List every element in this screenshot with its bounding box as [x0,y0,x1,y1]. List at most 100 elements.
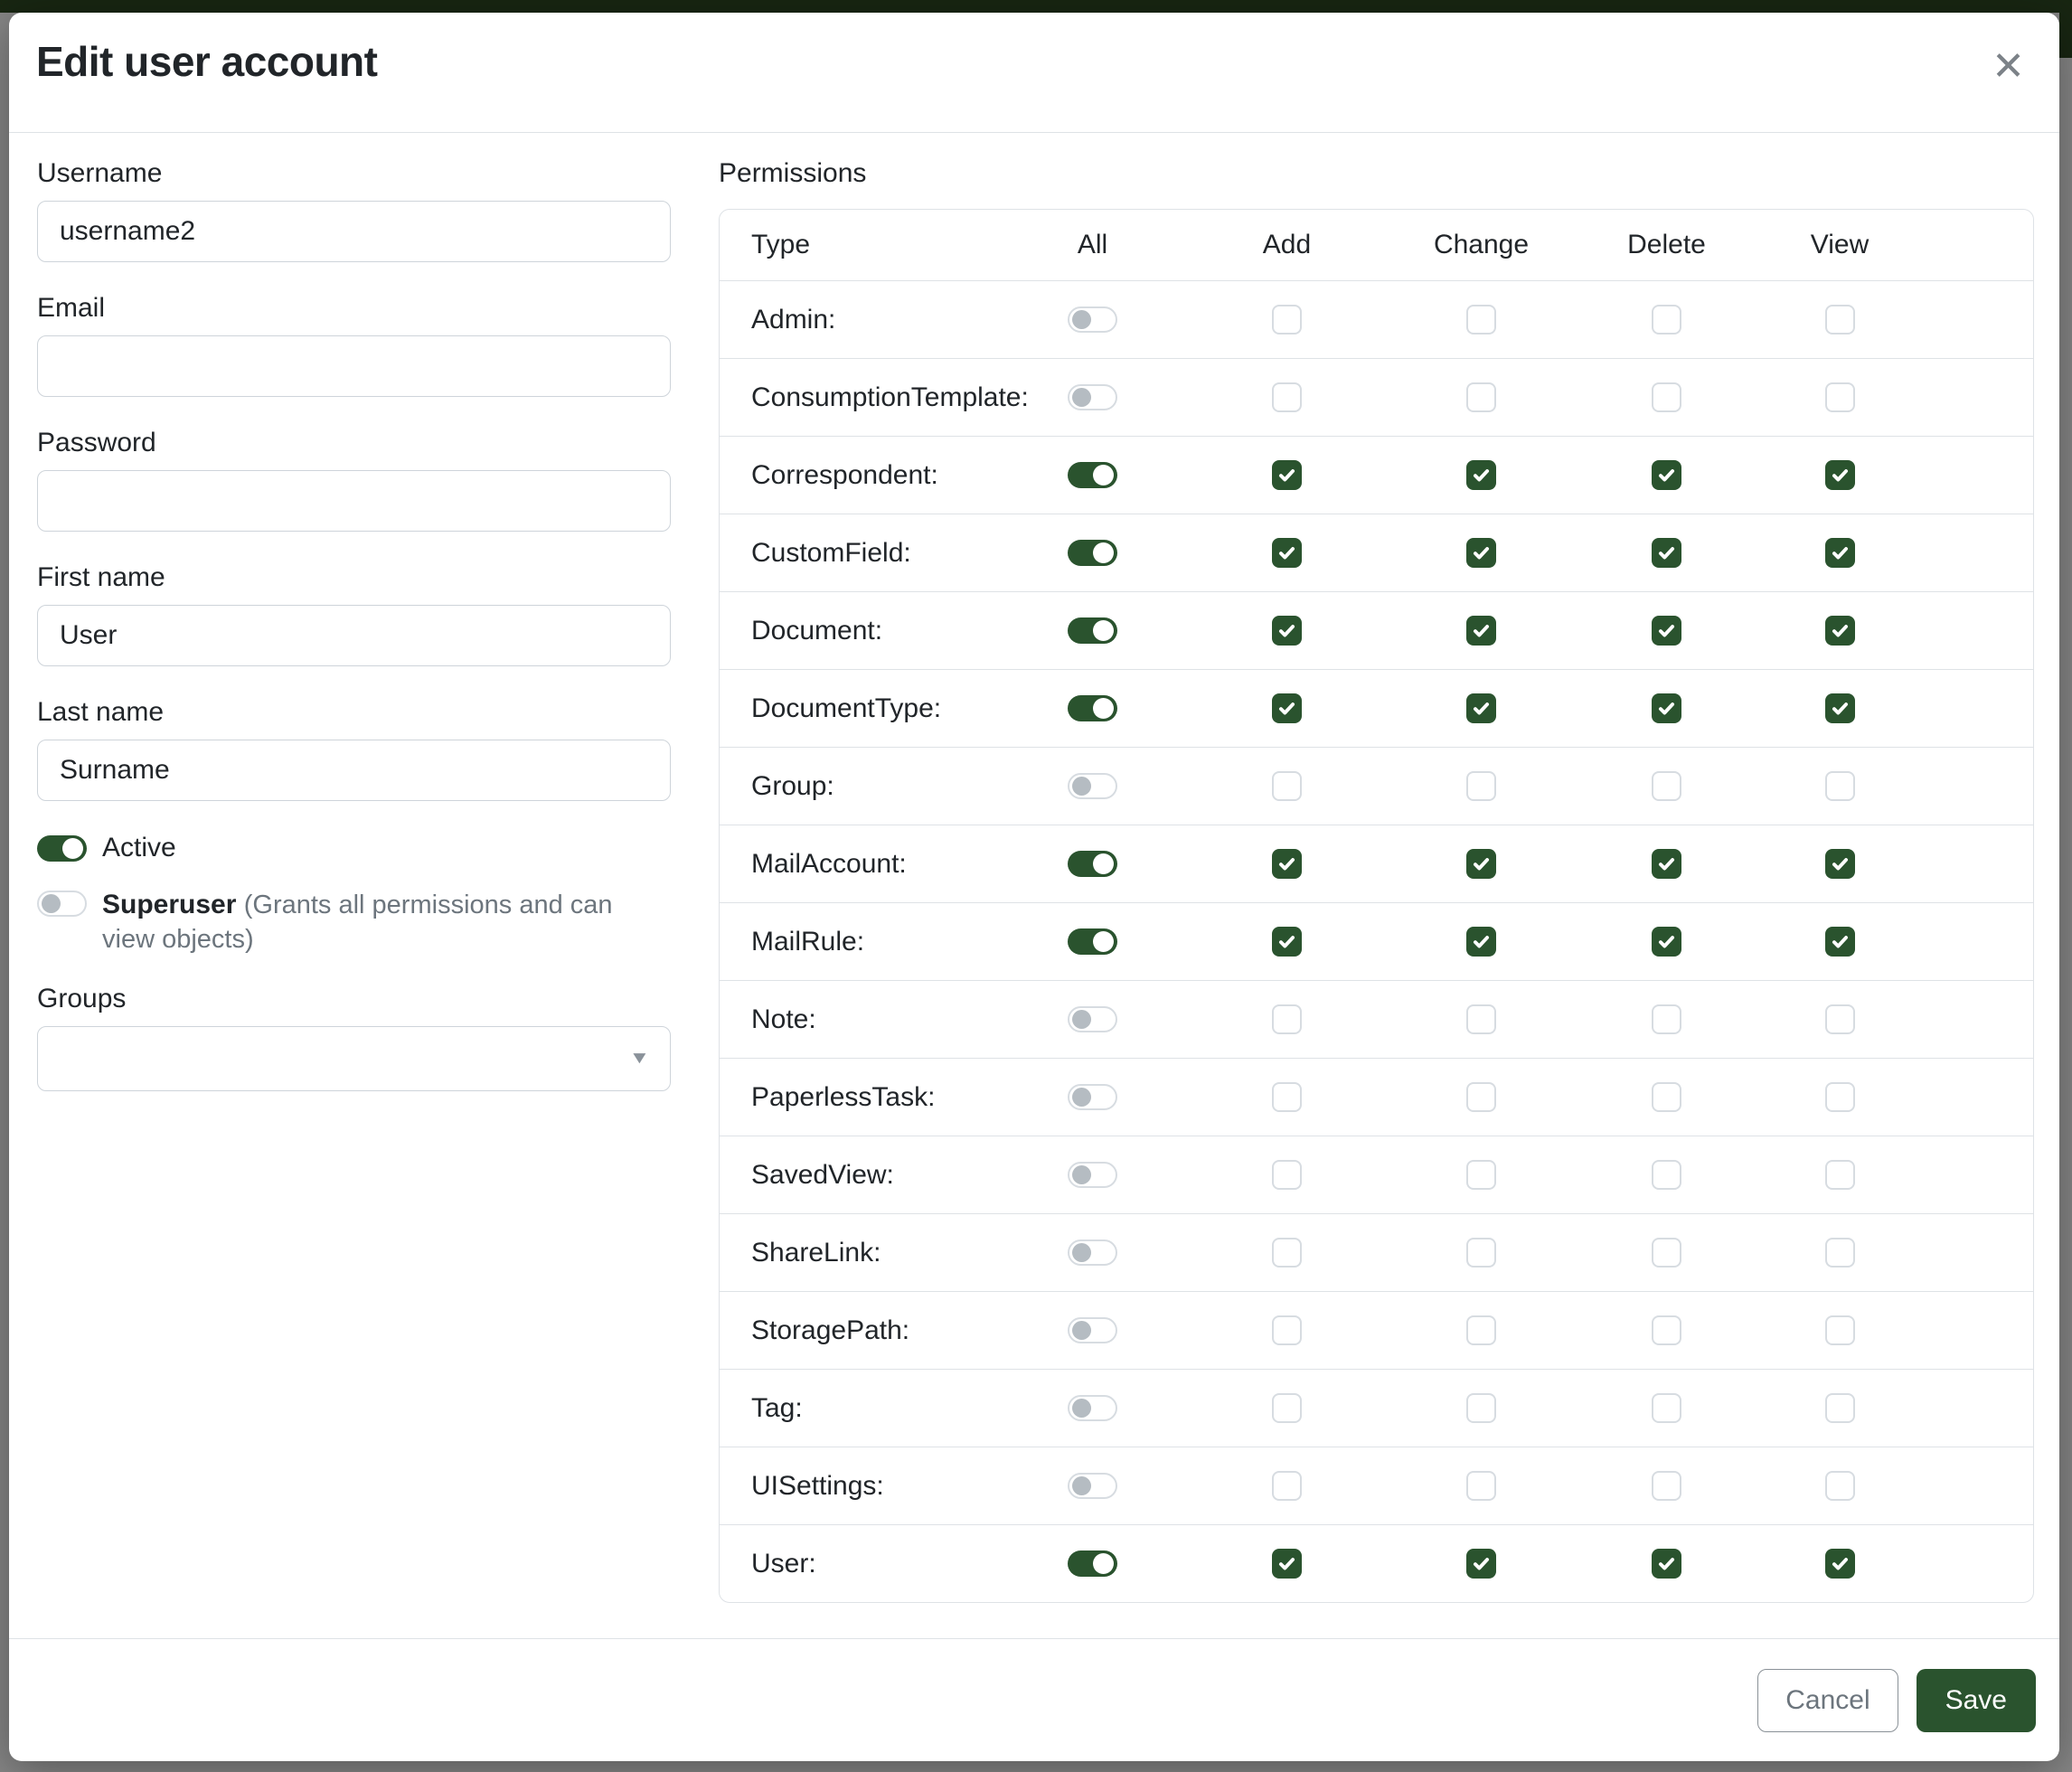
all-toggle[interactable] [1068,1473,1117,1499]
add-checkbox[interactable] [1272,460,1302,490]
delete-checkbox[interactable] [1652,771,1681,801]
all-toggle[interactable] [1068,928,1117,955]
all-toggle[interactable] [1068,1162,1117,1188]
last-name-input[interactable] [37,740,671,801]
view-checkbox[interactable] [1825,1160,1855,1190]
add-checkbox[interactable] [1272,382,1302,412]
column-header-view: View [1755,230,2033,260]
username-input[interactable] [37,201,671,262]
view-checkbox[interactable] [1825,538,1855,568]
add-checkbox[interactable] [1272,1082,1302,1112]
add-checkbox[interactable] [1272,771,1302,801]
change-checkbox[interactable] [1466,1160,1496,1190]
all-toggle[interactable] [1068,1317,1117,1343]
delete-checkbox[interactable] [1652,305,1681,335]
groups-select[interactable]: ▼ [37,1026,671,1091]
delete-checkbox[interactable] [1652,1471,1681,1501]
all-toggle[interactable] [1068,462,1117,488]
change-checkbox[interactable] [1466,771,1496,801]
view-checkbox[interactable] [1825,1004,1855,1034]
cancel-button[interactable]: Cancel [1757,1669,1898,1732]
change-checkbox[interactable] [1466,616,1496,646]
all-toggle[interactable] [1068,851,1117,877]
change-checkbox[interactable] [1466,693,1496,723]
delete-checkbox[interactable] [1652,1393,1681,1423]
delete-checkbox[interactable] [1652,538,1681,568]
change-checkbox[interactable] [1466,849,1496,879]
change-checkbox[interactable] [1466,1549,1496,1579]
view-checkbox[interactable] [1825,1471,1855,1501]
check-icon [1277,932,1296,951]
all-toggle[interactable] [1068,1550,1117,1577]
delete-checkbox[interactable] [1652,616,1681,646]
active-toggle[interactable] [37,835,87,862]
add-checkbox[interactable] [1272,1238,1302,1268]
add-checkbox[interactable] [1272,305,1302,335]
delete-checkbox[interactable] [1652,1549,1681,1579]
change-checkbox[interactable] [1466,927,1496,957]
delete-checkbox[interactable] [1652,1082,1681,1112]
view-checkbox[interactable] [1825,616,1855,646]
add-checkbox[interactable] [1272,1393,1302,1423]
delete-checkbox[interactable] [1652,927,1681,957]
change-checkbox[interactable] [1466,460,1496,490]
all-toggle[interactable] [1068,1006,1117,1032]
delete-checkbox[interactable] [1652,1160,1681,1190]
add-checkbox[interactable] [1272,1471,1302,1501]
close-button[interactable]: ✕ [1992,47,2025,87]
view-checkbox[interactable] [1825,382,1855,412]
delete-checkbox[interactable] [1652,849,1681,879]
view-checkbox[interactable] [1825,305,1855,335]
view-checkbox[interactable] [1825,1238,1855,1268]
all-toggle[interactable] [1068,1084,1117,1110]
all-toggle[interactable] [1068,695,1117,721]
all-toggle[interactable] [1068,540,1117,566]
change-checkbox[interactable] [1466,1238,1496,1268]
check-icon [1277,699,1296,718]
delete-checkbox[interactable] [1652,1238,1681,1268]
all-toggle[interactable] [1068,306,1117,333]
add-checkbox[interactable] [1272,1160,1302,1190]
all-toggle[interactable] [1068,773,1117,799]
view-checkbox[interactable] [1825,849,1855,879]
delete-checkbox[interactable] [1652,1004,1681,1034]
email-input[interactable] [37,335,671,397]
close-icon: ✕ [1992,44,2025,89]
view-checkbox[interactable] [1825,771,1855,801]
all-toggle[interactable] [1068,1395,1117,1421]
change-checkbox[interactable] [1466,1082,1496,1112]
add-checkbox[interactable] [1272,927,1302,957]
all-toggle[interactable] [1068,617,1117,644]
add-checkbox[interactable] [1272,1315,1302,1345]
delete-checkbox[interactable] [1652,460,1681,490]
add-checkbox[interactable] [1272,1004,1302,1034]
save-button[interactable]: Save [1917,1669,2036,1732]
view-checkbox[interactable] [1825,1315,1855,1345]
delete-checkbox[interactable] [1652,693,1681,723]
change-checkbox[interactable] [1466,1315,1496,1345]
view-checkbox[interactable] [1825,1082,1855,1112]
view-checkbox[interactable] [1825,1393,1855,1423]
change-checkbox[interactable] [1466,538,1496,568]
all-toggle[interactable] [1068,384,1117,410]
all-toggle[interactable] [1068,1239,1117,1266]
view-checkbox[interactable] [1825,693,1855,723]
change-checkbox[interactable] [1466,305,1496,335]
password-input[interactable] [37,470,671,532]
add-checkbox[interactable] [1272,538,1302,568]
superuser-toggle[interactable] [37,891,87,917]
delete-checkbox[interactable] [1652,1315,1681,1345]
change-checkbox[interactable] [1466,1471,1496,1501]
add-checkbox[interactable] [1272,693,1302,723]
first-name-input[interactable] [37,605,671,666]
view-checkbox[interactable] [1825,927,1855,957]
change-checkbox[interactable] [1466,1004,1496,1034]
delete-checkbox[interactable] [1652,382,1681,412]
add-checkbox[interactable] [1272,849,1302,879]
add-checkbox[interactable] [1272,1549,1302,1579]
view-checkbox[interactable] [1825,460,1855,490]
change-checkbox[interactable] [1466,382,1496,412]
view-checkbox[interactable] [1825,1549,1855,1579]
add-checkbox[interactable] [1272,616,1302,646]
change-checkbox[interactable] [1466,1393,1496,1423]
